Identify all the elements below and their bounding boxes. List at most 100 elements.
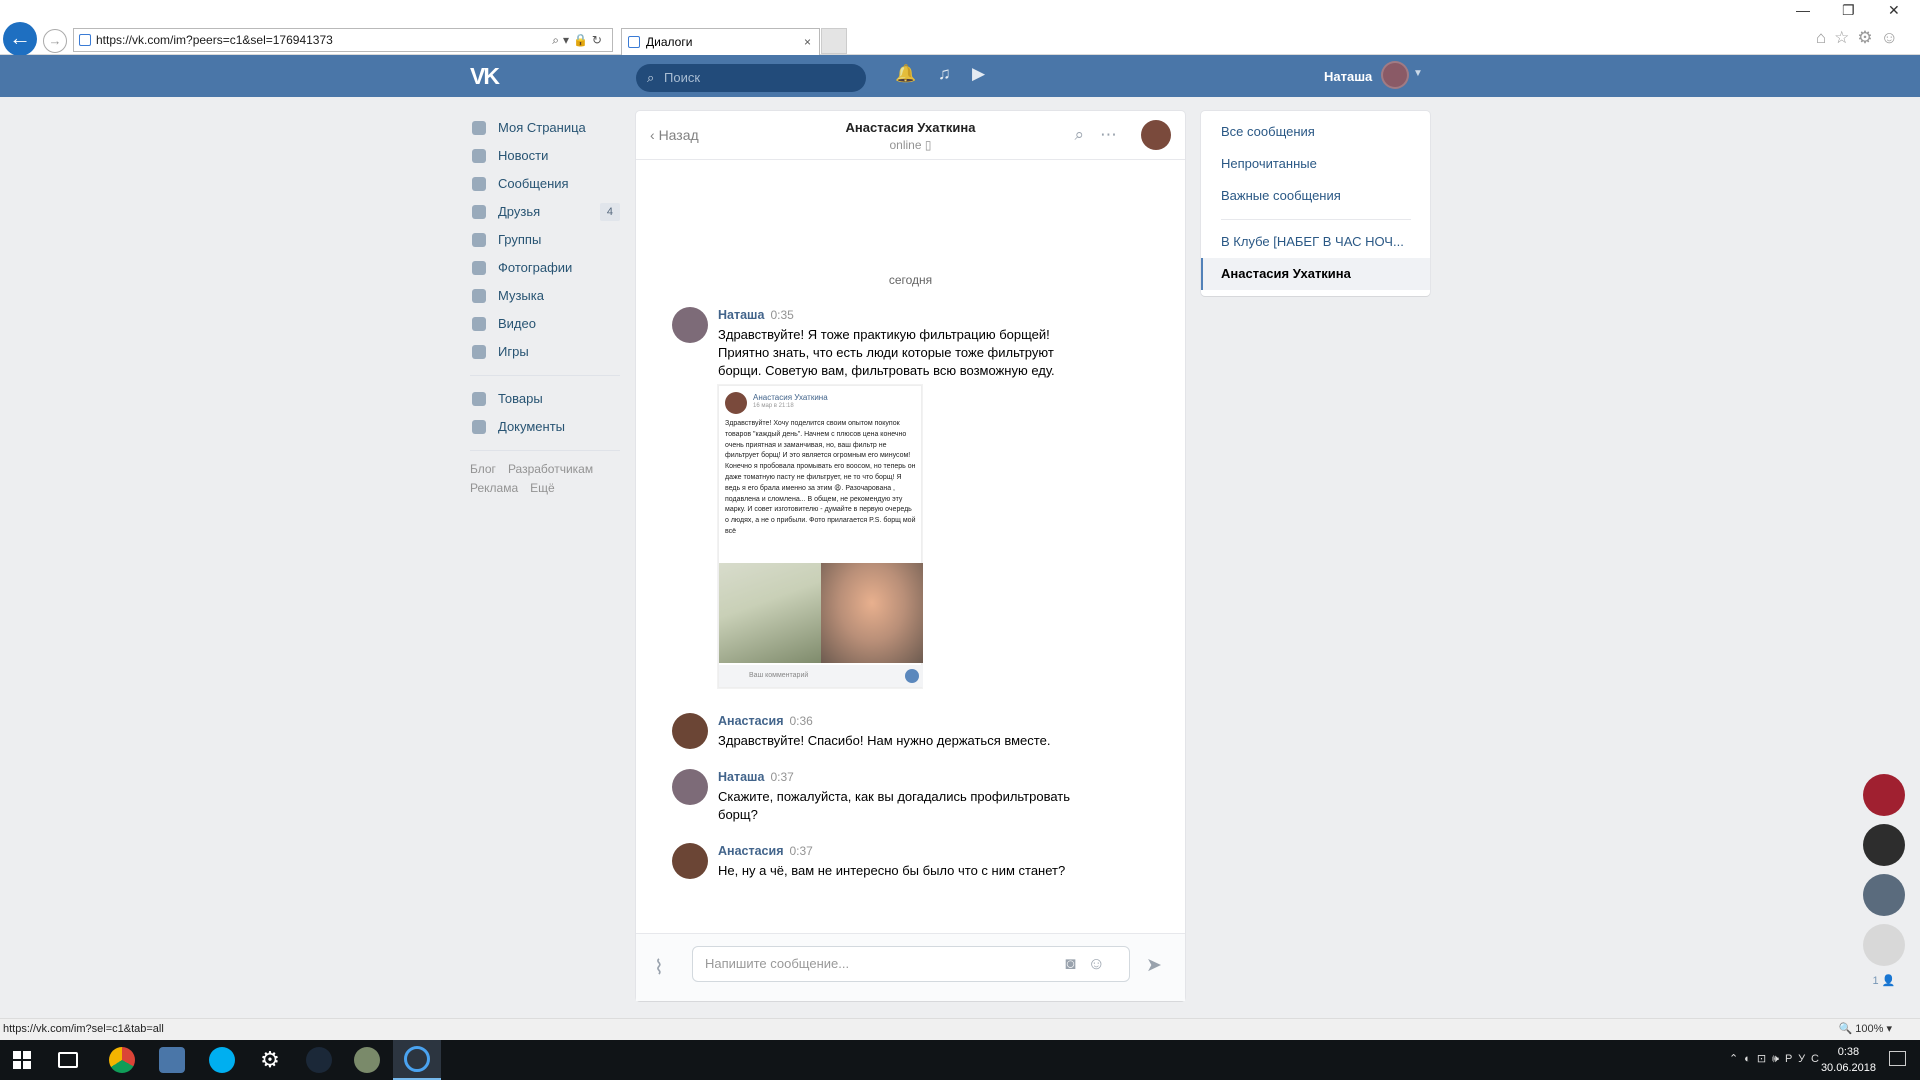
zoom-control[interactable]: 🔍 100% ▾ (1839, 1019, 1892, 1039)
footer-link-more[interactable]: Ещё (530, 481, 555, 495)
clock[interactable]: 0:38 30.06.2018 (1821, 1044, 1876, 1076)
author-name: Анастасия (718, 844, 784, 858)
bell-icon[interactable]: 🔔 (895, 64, 916, 84)
new-tab-button[interactable] (821, 28, 847, 54)
chrome-icon[interactable] (109, 1047, 135, 1073)
avatar[interactable] (1863, 874, 1905, 916)
message-input-placeholder: Напишите сообщение... (705, 956, 850, 971)
camera-icon[interactable]: ◙ (1065, 954, 1087, 973)
minimize-icon[interactable]: — (1796, 2, 1810, 18)
menu-all-messages[interactable]: Все сообщения (1201, 116, 1430, 148)
tab-close-icon[interactable]: × (804, 29, 811, 55)
attachment-photo-borsch (821, 563, 923, 663)
vk-header: VK ⌕ Поиск 🔔 ♫ ▶ Наташа ▼ (0, 55, 1920, 97)
avatar[interactable] (672, 307, 708, 343)
sidebar-item-label: Друзья (498, 204, 541, 219)
search-input[interactable]: ⌕ Поиск (636, 64, 866, 92)
emoji-icon[interactable]: ☺ (1088, 954, 1117, 973)
sidebar-item-news[interactable]: Новости (470, 142, 620, 170)
avatar[interactable] (672, 713, 708, 749)
steam-icon[interactable] (306, 1047, 332, 1073)
more-dots-icon[interactable]: ⋯ (1100, 125, 1133, 144)
composer-icons: ◙☺ (1065, 947, 1117, 981)
sidebar-item-label: Документы (498, 419, 566, 434)
mail-app-icon[interactable] (159, 1047, 185, 1073)
search-icon: ⌕ (647, 70, 655, 85)
sidebar-item-photos[interactable]: Фотографии (470, 254, 620, 282)
back-arrow-icon[interactable]: ← (3, 22, 37, 56)
day-separator: сегодня (888, 273, 933, 287)
right-menu: Все сообщения Непрочитанные Важные сообщ… (1201, 111, 1430, 296)
message-input[interactable]: Напишите сообщение... ◙☺ (692, 946, 1130, 982)
music-icon (472, 289, 486, 303)
chevron-down-icon[interactable]: ▼ (1413, 68, 1423, 79)
sidebar-item-video[interactable]: Видео (470, 310, 620, 338)
sidebar-divider (470, 450, 620, 451)
sidebar-item-games[interactable]: Игры (470, 338, 620, 366)
forward-arrow-icon[interactable]: → (43, 29, 67, 53)
chat-count[interactable]: 1 👤 (1858, 974, 1910, 987)
chat-bar: 1 👤 (1858, 774, 1910, 987)
notifications-icon[interactable] (1889, 1051, 1906, 1066)
games-icon (472, 345, 486, 359)
address-bar[interactable]: https://vk.com/im?peers=c1&sel=176941373… (73, 28, 613, 52)
system-tray[interactable]: ⌃◐⊡🕪РУС (1729, 1052, 1825, 1066)
vk-logo[interactable]: VK (470, 63, 500, 90)
browser-tools-icons[interactable]: ⌂☆⚙☺ (1816, 28, 1906, 48)
avatar[interactable] (1863, 774, 1905, 816)
image-attachment[interactable]: Анастасия Ухаткина 16 мар в 21:18 Здравс… (718, 385, 923, 688)
clock-date: 30.06.2018 (1820, 1062, 1876, 1074)
avatar[interactable] (672, 769, 708, 805)
menu-important[interactable]: Важные сообщения (1201, 180, 1430, 212)
message-author[interactable]: Анастасия 0:36 (718, 714, 813, 728)
author-name: Наташа (718, 308, 765, 322)
message-author[interactable]: Наташа 0:35 (718, 308, 794, 322)
user-icon: 👤 (1881, 975, 1896, 987)
message-author[interactable]: Наташа 0:37 (718, 770, 794, 784)
music-note-icon[interactable]: ♫ (938, 64, 951, 84)
sidebar-item-my-page[interactable]: Моя Страница (470, 114, 620, 142)
address-tools-icon[interactable]: ⌕▾🔒↻ (552, 29, 606, 51)
paperclip-icon[interactable]: ⌇ (654, 955, 664, 980)
settings-gear-icon[interactable]: ⚙ (257, 1047, 283, 1073)
app-icon[interactable] (354, 1047, 380, 1073)
sidebar-item-music[interactable]: Музыка (470, 282, 620, 310)
sidebar-item-groups[interactable]: Группы (470, 226, 620, 254)
news-icon (472, 149, 486, 163)
avatar[interactable] (672, 843, 708, 879)
ie-taskbar-button[interactable] (393, 1040, 441, 1080)
header-avatar[interactable] (1381, 61, 1409, 89)
menu-unread[interactable]: Непрочитанные (1201, 148, 1430, 180)
browser-status-bar: https://vk.com/im?sel=c1&tab=all 🔍 100% … (0, 1018, 1920, 1040)
search-icon[interactable]: ⌕ (1074, 125, 1100, 144)
play-icon[interactable]: ▶ (972, 64, 985, 84)
browser-tab[interactable]: Диалоги × (621, 28, 820, 55)
sidebar-item-market[interactable]: Товары (470, 385, 620, 413)
menu-chat-club[interactable]: В Клубе [НАБЕГ В ЧАС НОЧ... (1201, 226, 1430, 258)
footer-link-blog[interactable]: Блог (470, 462, 496, 476)
maximize-icon[interactable]: ❐ (1842, 2, 1855, 19)
dialog-avatar[interactable] (1141, 120, 1171, 150)
footer-link-dev[interactable]: Разработчикам (508, 462, 593, 476)
close-window-icon[interactable]: ✕ (1888, 2, 1900, 19)
online-status-text: online (889, 138, 922, 152)
message-author[interactable]: Анастасия 0:37 (718, 844, 813, 858)
zoom-icon: 🔍 (1838, 1023, 1853, 1035)
sidebar-item-label: Товары (498, 391, 543, 406)
menu-chat-selected[interactable]: Анастасия Ухаткина (1201, 258, 1430, 290)
tab-title: Диалоги (646, 35, 693, 49)
attachment-comment-bar: Ваш комментарий (719, 665, 923, 687)
header-user-name[interactable]: Наташа (1324, 69, 1372, 84)
sidebar-item-docs[interactable]: Документы (470, 413, 620, 441)
task-view-icon[interactable] (58, 1052, 78, 1068)
avatar[interactable] (1863, 924, 1905, 966)
avatar[interactable] (1863, 824, 1905, 866)
message-text: Скажите, пожалуйста, как вы догадались п… (718, 789, 1071, 822)
sidebar-item-friends[interactable]: Друзья 4 (470, 198, 620, 226)
windows-start-icon[interactable] (13, 1051, 31, 1069)
send-icon[interactable]: ➤ (1146, 954, 1162, 977)
skype-icon[interactable] (209, 1047, 235, 1073)
footer-link-ads[interactable]: Реклама (470, 481, 518, 495)
sidebar-item-messages[interactable]: Сообщения (470, 170, 620, 198)
author-name: Наташа (718, 770, 765, 784)
